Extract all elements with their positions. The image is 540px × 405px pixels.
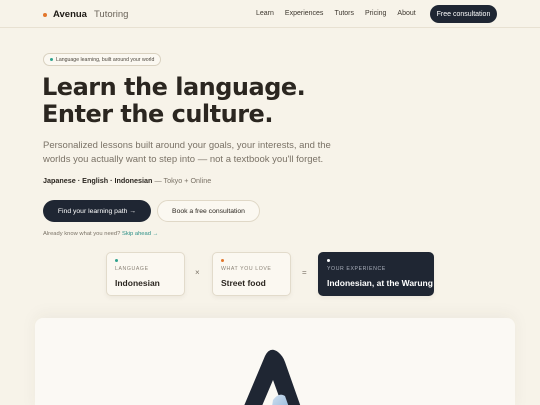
- experience-dot-icon: [327, 259, 330, 262]
- language-list: Japanese · English · Indonesian — Tokyo …: [43, 176, 211, 185]
- nav-link-tutors[interactable]: Tutors: [334, 10, 354, 17]
- brand-name: Avenua: [53, 9, 87, 20]
- skip-prompt-text: Already know what you need?: [43, 231, 121, 237]
- brand-dot-icon: [43, 12, 47, 17]
- brand-a-logo-icon: [244, 349, 301, 405]
- free-consultation-button[interactable]: Free consultation: [430, 5, 497, 23]
- interest-card-value: Street food: [221, 278, 266, 288]
- book-consultation-button[interactable]: Book a free consultation: [157, 200, 260, 222]
- brand-logo[interactable]: Avenua Tutoring: [43, 9, 128, 20]
- equals-operator: =: [302, 268, 307, 277]
- nav-links: Learn Experiences Tutors Pricing About: [256, 10, 427, 17]
- language-card-caption: LANGUAGE: [115, 266, 149, 272]
- skip-prompt: Already know what you need? Skip ahead →: [43, 231, 158, 237]
- language-card-value: Indonesian: [115, 278, 160, 288]
- language-dot-icon: [115, 259, 118, 262]
- location-text: — Tokyo + Online: [154, 176, 212, 185]
- hero-subtext: Personalized lessons built around your g…: [43, 140, 331, 165]
- experience-card-value: Indonesian, at the Warung: [327, 278, 433, 288]
- brand-subtitle: Tutoring: [93, 9, 129, 20]
- skip-ahead-link[interactable]: Skip ahead →: [122, 231, 158, 237]
- languages-offered: Japanese · English · Indonesian: [43, 176, 153, 185]
- pill-dot-icon: [50, 58, 53, 61]
- interest-card: WHAT YOU LOVE Street food: [212, 252, 291, 296]
- experience-card: YOUR EXPERIENCE Indonesian, at the Warun…: [318, 252, 434, 296]
- language-card: LANGUAGE Indonesian: [106, 252, 185, 296]
- nav-link-pricing[interactable]: Pricing: [365, 10, 386, 17]
- times-operator: ×: [195, 268, 200, 277]
- experience-card-caption: YOUR EXPERIENCE: [327, 266, 386, 272]
- page-title: Learn the language. Enter the culture.: [42, 73, 306, 128]
- showcase-panel: [35, 318, 515, 405]
- headline-line-2: Enter the culture.: [42, 100, 273, 128]
- find-learning-path-button[interactable]: Find your learning path →: [43, 200, 151, 222]
- nav-link-learn[interactable]: Learn: [256, 10, 274, 17]
- interest-dot-icon: [221, 259, 224, 262]
- tagline-pill: Language learning, built around your wor…: [43, 53, 162, 66]
- nav-link-experiences[interactable]: Experiences: [285, 10, 324, 17]
- nav-link-about[interactable]: About: [397, 10, 415, 17]
- interest-card-caption: WHAT YOU LOVE: [221, 266, 272, 272]
- tagline-text: Language learning, built around your wor…: [56, 56, 155, 63]
- headline-line-1: Learn the language.: [42, 73, 306, 101]
- top-nav: Avenua Tutoring Learn Experiences Tutors…: [0, 0, 540, 28]
